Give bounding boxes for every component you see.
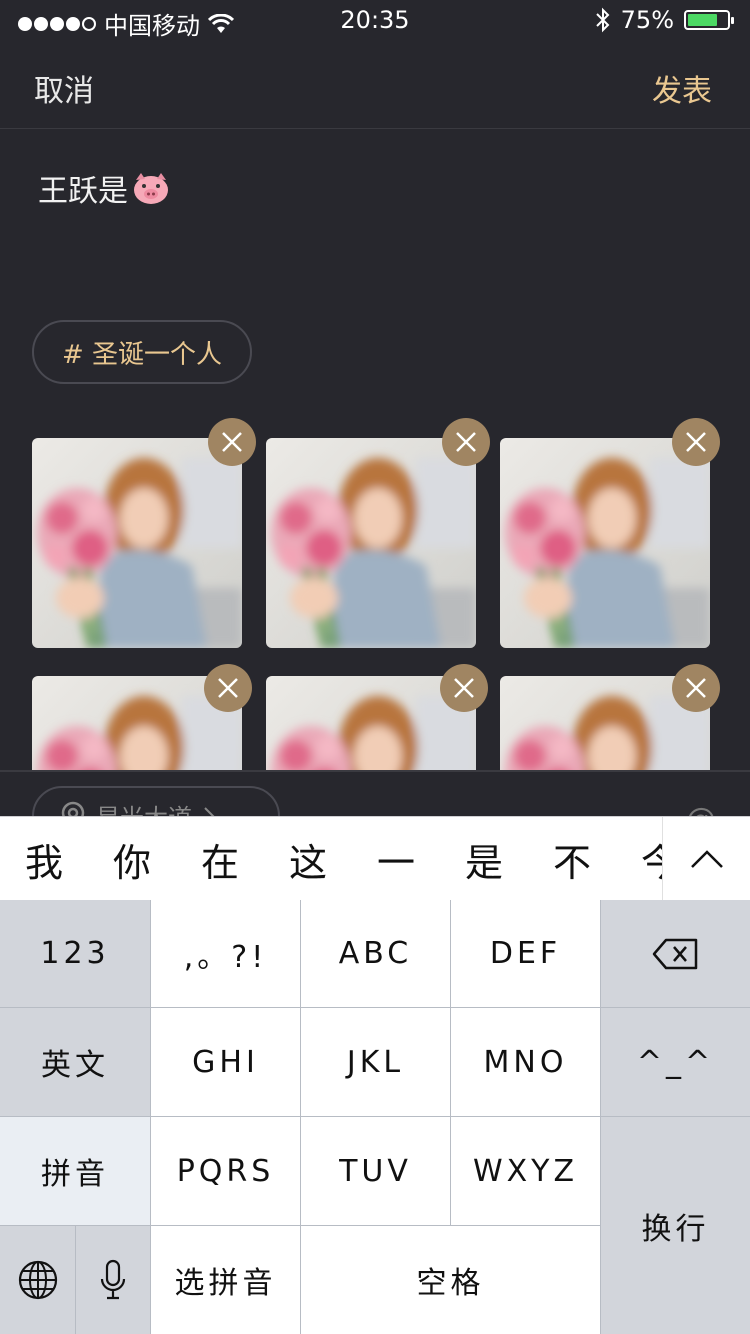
microphone-key[interactable]: [76, 1226, 150, 1334]
globe-icon: [18, 1260, 57, 1300]
close-icon: [218, 678, 238, 698]
remove-photo-button[interactable]: [672, 418, 720, 466]
globe-key[interactable]: [0, 1226, 75, 1334]
key-pqrs[interactable]: PQRS: [151, 1117, 300, 1225]
candidate-word[interactable]: 是: [440, 832, 528, 887]
photo-grid: [32, 438, 732, 770]
topic-tag-label: # 圣诞一个人: [62, 339, 223, 370]
space-key[interactable]: 空格: [301, 1226, 600, 1334]
microphone-icon: [100, 1259, 126, 1300]
battery-percent: 75%: [620, 6, 674, 34]
key-english[interactable]: 英文: [0, 1008, 150, 1116]
divider: [0, 770, 750, 772]
status-right: 75%: [595, 6, 734, 34]
photo-thumbnail[interactable]: [32, 438, 242, 648]
battery-level: [688, 14, 717, 26]
close-icon: [222, 432, 242, 452]
key-123[interactable]: 123: [0, 900, 150, 1007]
status-bar: 中国移动 20:35 75%: [0, 0, 750, 40]
candidate-word[interactable]: 你: [88, 832, 176, 887]
key-ghi[interactable]: GHI: [151, 1008, 300, 1116]
key-wxyz[interactable]: WXYZ: [451, 1117, 600, 1225]
key-punctuation[interactable]: ,。?!: [151, 900, 300, 1007]
topic-tag[interactable]: # 圣诞一个人: [32, 320, 253, 384]
key-abc[interactable]: ABC: [301, 900, 450, 1007]
candidate-word[interactable]: 这: [264, 832, 352, 887]
remove-photo-button[interactable]: [208, 418, 256, 466]
candidate-word[interactable]: 不: [528, 832, 616, 887]
nav-bar: 取消 发表: [0, 40, 750, 129]
battery-icon: [684, 10, 734, 30]
delete-icon: [652, 938, 697, 969]
post-text-input[interactable]: 王跃是: [38, 166, 170, 210]
select-pinyin-key[interactable]: 选拼音: [151, 1226, 300, 1334]
photo-image: [266, 438, 476, 648]
key-def[interactable]: DEF: [451, 900, 600, 1007]
close-icon: [454, 678, 474, 698]
photo-image: [32, 438, 242, 648]
close-icon: [686, 432, 706, 452]
post-button[interactable]: 发表: [652, 66, 712, 110]
key-pinyin[interactable]: 拼音: [0, 1117, 150, 1225]
keyboard: 123 ,。?! ABC DEF 英文 GHI JKL MNO ^_^ 拼音 P…: [0, 900, 750, 1334]
candidate-word[interactable]: 我: [0, 832, 88, 887]
cancel-button[interactable]: 取消: [34, 66, 94, 110]
photo-image: [500, 438, 710, 648]
key-tuv[interactable]: TUV: [301, 1117, 450, 1225]
delete-key[interactable]: [601, 900, 750, 1007]
bluetooth-icon: [595, 7, 610, 33]
post-text: 王跃是: [38, 174, 128, 209]
key-emoticon[interactable]: ^_^: [601, 1008, 750, 1116]
candidate-word[interactable]: 一: [352, 832, 440, 887]
remove-photo-button[interactable]: [442, 418, 490, 466]
chevron-up-icon: [690, 850, 723, 868]
candidate-bar: 我你在这一是不今: [0, 816, 750, 901]
key-jkl[interactable]: JKL: [301, 1008, 450, 1116]
photo-thumbnail[interactable]: [500, 438, 710, 648]
remove-photo-button[interactable]: [672, 664, 720, 712]
remove-photo-button[interactable]: [440, 664, 488, 712]
candidate-word[interactable]: 在: [176, 832, 264, 887]
candidate-word[interactable]: 今: [616, 832, 662, 887]
pig-face-icon: [134, 173, 168, 204]
photo-thumbnail[interactable]: [266, 438, 476, 648]
close-icon: [686, 678, 706, 698]
key-mno[interactable]: MNO: [451, 1008, 600, 1116]
return-key[interactable]: 换行: [601, 1117, 750, 1334]
expand-candidates-button[interactable]: [662, 817, 750, 901]
close-icon: [456, 432, 476, 452]
remove-photo-button[interactable]: [204, 664, 252, 712]
candidate-list: 我你在这一是不今: [0, 817, 662, 901]
